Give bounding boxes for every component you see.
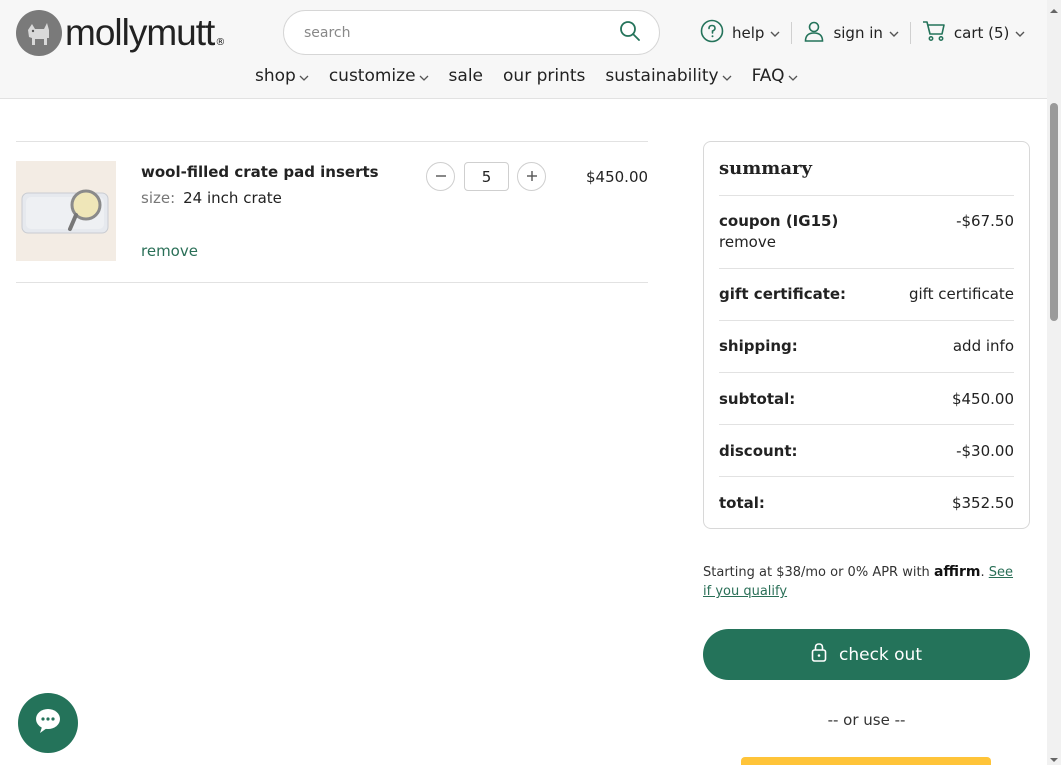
help-icon <box>700 19 724 47</box>
quantity-increase-button[interactable] <box>517 162 546 191</box>
nav-shop[interactable]: shop <box>255 64 309 87</box>
cart-label: cart (5) <box>953 24 1010 42</box>
lock-icon <box>811 642 827 667</box>
divider <box>909 22 911 44</box>
divider <box>16 141 648 142</box>
size-key: size: <box>141 189 176 207</box>
help-label: help <box>732 24 765 42</box>
chevron-down-icon <box>722 67 732 87</box>
total-value: $352.50 <box>951 494 1014 512</box>
quantity-input[interactable]: 5 <box>464 162 509 191</box>
remove-item-link[interactable]: remove <box>141 242 198 260</box>
cart-menu[interactable]: cart (5) <box>922 20 1026 46</box>
nav-label: shop <box>255 65 296 86</box>
total-key: total: <box>719 494 765 512</box>
scrollbar-thumb[interactable] <box>1050 103 1058 321</box>
gift-certificate-key: gift certificate: <box>719 285 847 303</box>
help-menu[interactable]: help <box>700 19 780 47</box>
shipping-row: shipping: add info <box>719 320 1014 372</box>
chat-button[interactable] <box>18 693 78 753</box>
summary-title: summary <box>719 158 812 179</box>
nav-faq[interactable]: FAQ <box>752 64 798 87</box>
affirm-text: Starting at $38/mo or 0% APR with <box>703 565 930 580</box>
check-out-label: check out <box>838 644 923 665</box>
divider <box>791 22 793 44</box>
product-size: size: 24 inch crate <box>141 189 282 207</box>
subtotal-value: $450.00 <box>951 390 1014 408</box>
nav-our-prints[interactable]: our prints <box>503 66 585 86</box>
sign-in-menu[interactable]: sign in <box>803 20 899 46</box>
chevron-down-icon <box>770 24 780 42</box>
logo-text: mollymutt <box>65 12 215 53</box>
discount-row: discount: -$30.00 <box>719 424 1014 476</box>
search-bar[interactable]: search <box>283 10 660 55</box>
coupon-row: coupon (IG15) -$67.50 remove <box>719 195 1014 268</box>
paypal-button[interactable] <box>741 757 991 765</box>
scroll-down-arrow-icon[interactable] <box>1047 751 1061 763</box>
total-row: total: $352.50 <box>719 476 1014 528</box>
chevron-down-icon <box>299 67 309 87</box>
product-price: $450.00 <box>586 168 649 186</box>
header-utilities: help sign in cart (5) <box>700 18 1025 48</box>
registered-mark: ® <box>215 37 226 48</box>
scrollbar[interactable] <box>1047 0 1061 765</box>
scroll-up-arrow-icon[interactable] <box>1047 2 1061 14</box>
product-image[interactable] <box>16 161 116 261</box>
discount-key: discount: <box>719 442 798 460</box>
gift-certificate-row: gift certificate: gift certificate <box>719 268 1014 320</box>
chevron-down-icon <box>788 67 798 87</box>
user-icon <box>803 20 825 46</box>
nav-customize[interactable]: customize <box>329 64 429 87</box>
dog-logo-icon <box>16 10 62 56</box>
nav-sale[interactable]: sale <box>449 66 483 86</box>
shipping-key: shipping: <box>719 337 798 355</box>
nav-label: sale <box>448 65 484 86</box>
main-nav: shop customize sale our prints sustainab… <box>255 64 818 87</box>
nav-label: FAQ <box>751 65 785 86</box>
nav-label: our prints <box>503 65 586 86</box>
logo[interactable]: mollymutt ® <box>16 10 225 56</box>
minus-icon <box>435 167 447 186</box>
subtotal-key: subtotal: <box>719 390 796 408</box>
chat-icon <box>34 708 62 738</box>
check-out-button[interactable]: check out <box>703 629 1030 680</box>
gift-certificate-link[interactable]: gift certificate <box>909 285 1014 303</box>
shipping-add-info-link[interactable]: add info <box>953 337 1014 355</box>
coupon-key: coupon (IG15) <box>719 212 839 230</box>
remove-coupon-link[interactable]: remove <box>719 233 776 251</box>
divider <box>16 282 648 283</box>
cart-icon <box>922 20 946 46</box>
subtotal-row: subtotal: $450.00 <box>719 372 1014 424</box>
size-value: 24 inch crate <box>183 189 282 207</box>
chevron-down-icon <box>419 67 429 87</box>
product-title[interactable]: wool-filled crate pad inserts <box>141 163 379 181</box>
order-summary: summary coupon (IG15) -$67.50 remove gif… <box>703 141 1030 529</box>
nav-label: sustainability <box>605 65 719 86</box>
or-use-text: -- or use -- <box>827 711 906 729</box>
chevron-down-icon <box>1015 24 1025 42</box>
affirm-logo: affirm <box>933 564 981 580</box>
sign-in-label: sign in <box>833 24 883 42</box>
affirm-message: Starting at $38/mo or 0% APR with affirm… <box>703 564 1014 599</box>
search-icon[interactable] <box>619 20 641 46</box>
search-input[interactable]: search <box>304 25 619 41</box>
chevron-down-icon <box>889 24 899 42</box>
nav-label: customize <box>328 65 416 86</box>
nav-sustainability[interactable]: sustainability <box>605 64 732 87</box>
site-header: mollymutt ® search help sign in cart (5)… <box>0 0 1047 99</box>
quantity-decrease-button[interactable] <box>426 162 455 191</box>
plus-icon <box>526 167 538 186</box>
discount-value: -$30.00 <box>956 442 1014 460</box>
coupon-value: -$67.50 <box>956 212 1014 230</box>
